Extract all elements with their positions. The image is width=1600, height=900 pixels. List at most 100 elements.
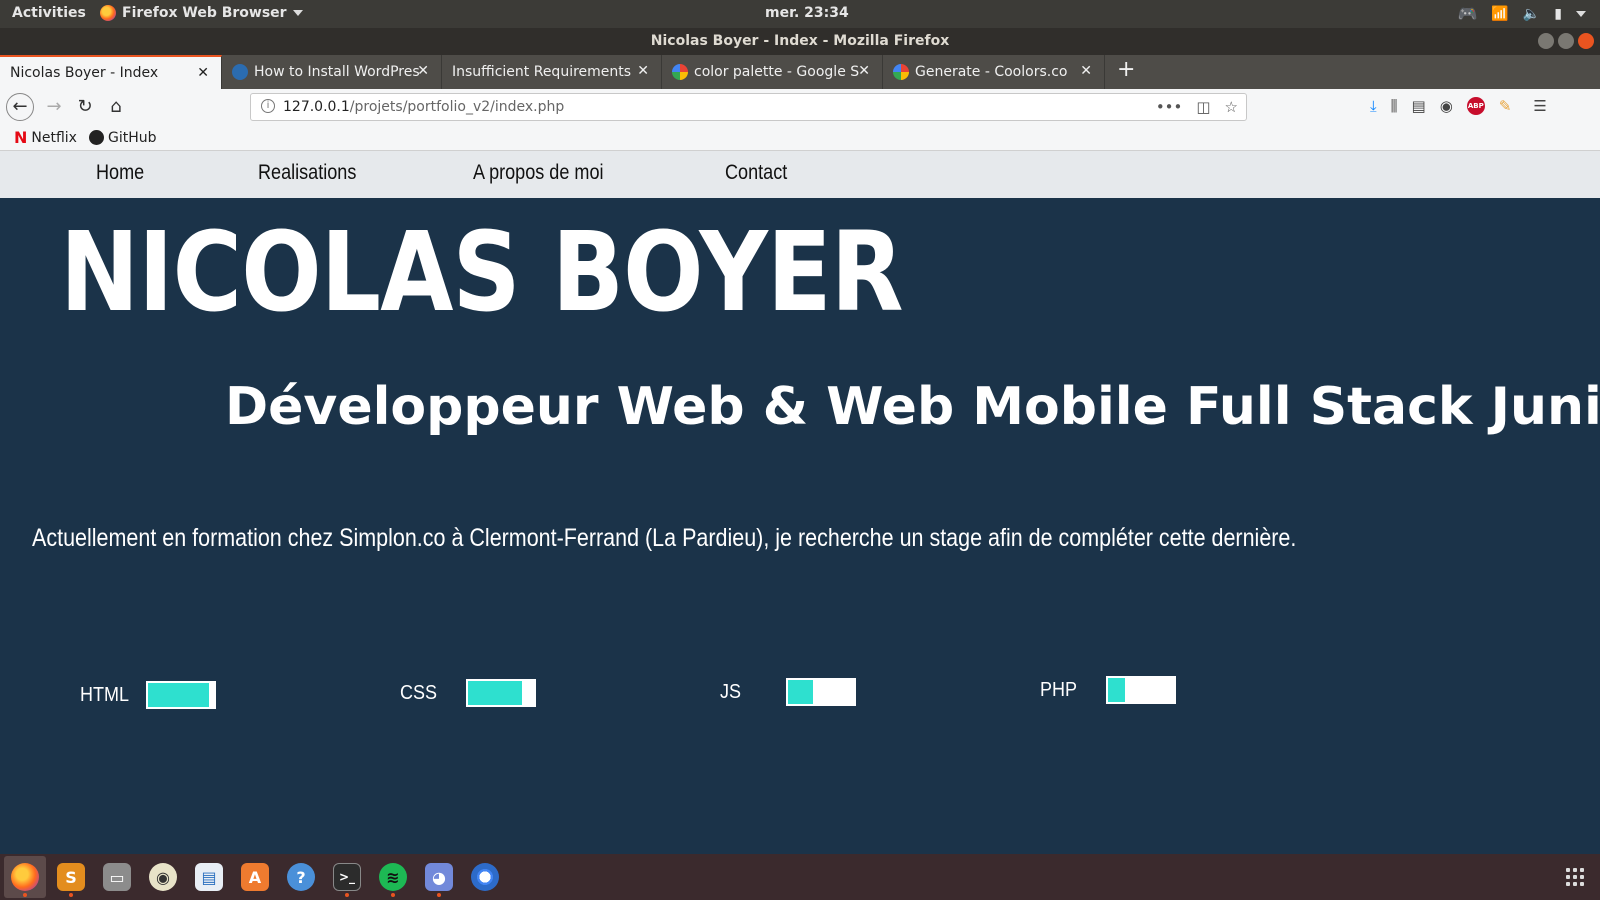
bookmark-label: GitHub (107, 129, 157, 146)
reload-button[interactable]: ↻ (73, 95, 97, 119)
bookmark-label: Netflix (31, 129, 77, 146)
chromium-icon (471, 863, 499, 891)
dock-rhythmbox[interactable]: ◉ (142, 856, 184, 898)
libreoffice-writer-icon: ▤ (195, 863, 223, 891)
dock-chromium[interactable] (464, 856, 506, 898)
running-indicator (69, 893, 73, 897)
skill-bar-fill (788, 680, 814, 704)
skill-name: HTML (80, 683, 130, 706)
url-path: /projets/portfolio_v2/index.php (349, 99, 565, 115)
new-tab-button[interactable]: + (1105, 55, 1147, 89)
skill-html: HTML (80, 681, 216, 709)
github-icon (88, 130, 104, 145)
dock-help[interactable]: ? (280, 856, 322, 898)
adblock-plus-icon[interactable]: ABP (1466, 97, 1485, 115)
firefox-icon (100, 5, 116, 21)
help-icon: ? (287, 863, 315, 891)
skill-name: CSS (400, 681, 438, 704)
chevron-down-icon[interactable] (1576, 10, 1586, 17)
forward-button[interactable]: → (42, 95, 66, 119)
close-tab-icon[interactable]: ✕ (858, 63, 870, 79)
nav-link-realisations[interactable]: Realisations (258, 161, 356, 185)
spotify-icon: ≋ (379, 863, 407, 891)
bookmark-star-icon[interactable]: ☆ (1225, 98, 1238, 116)
battery-icon[interactable]: ▮ (1554, 6, 1562, 22)
page-actions-icon[interactable]: ••• (1156, 98, 1183, 116)
dock-firefox[interactable] (4, 856, 46, 898)
dock-writer[interactable]: ▤ (188, 856, 230, 898)
rhythmbox-icon: ◉ (149, 863, 177, 891)
activities-button[interactable]: Activities (12, 5, 86, 21)
discord-tray-icon[interactable]: 🎮 (1457, 4, 1477, 23)
extension-icon[interactable]: ✎ (1499, 97, 1512, 115)
back-button[interactable]: ← (6, 93, 34, 121)
tab-how-to-install-wordpress[interactable]: How to Install WordPress ✕ (222, 55, 442, 89)
app-menu[interactable]: Firefox Web Browser (100, 5, 303, 21)
site-info-icon[interactable]: i (261, 99, 275, 113)
pocket-icon[interactable]: ◫ (1196, 98, 1210, 116)
bookmark-github[interactable]: GitHub (88, 129, 157, 146)
sidebar-icon[interactable]: ▤ (1412, 97, 1426, 115)
dock-sublime-text[interactable]: S (50, 856, 92, 898)
account-icon[interactable]: ◉ (1440, 97, 1453, 115)
dock-software-center[interactable]: A (234, 856, 276, 898)
dock-terminal[interactable]: >_ (326, 856, 368, 898)
dock-discord[interactable]: ◕ (418, 856, 460, 898)
chevron-down-icon (292, 10, 303, 16)
terminal-icon: >_ (333, 863, 361, 891)
volume-icon[interactable]: 🔈 (1523, 6, 1540, 22)
sublime-text-icon: S (57, 863, 85, 891)
tab-insufficient-requirements[interactable]: Insufficient Requirements ✕ (442, 55, 662, 89)
files-icon: ▭ (103, 863, 131, 891)
wifi-icon[interactable]: 📶 (1491, 6, 1508, 22)
skill-bar (466, 679, 536, 707)
skill-bar (146, 681, 216, 709)
running-indicator (345, 893, 349, 897)
window-title: Nicolas Boyer - Index - Mozilla Firefox (650, 33, 950, 49)
close-tab-icon[interactable]: ✕ (637, 63, 649, 79)
close-tab-icon[interactable]: ✕ (1080, 63, 1092, 79)
hero-subtitle: Développeur Web & Web Mobile Full Stack … (225, 377, 1600, 437)
system-tray[interactable]: 🎮 📶 🔈 ▮ (1457, 4, 1586, 23)
skill-name: JS (720, 680, 742, 703)
dock-files[interactable]: ▭ (96, 856, 138, 898)
skill-bar-fill (1108, 678, 1125, 702)
tab-generate-coolors[interactable]: Generate - Coolors.co ✕ (883, 55, 1105, 89)
tab-strip: Nicolas Boyer - Index ✕ How to Install W… (0, 55, 1600, 89)
home-button[interactable]: ⌂ (104, 95, 128, 119)
bookmark-netflix[interactable]: N Netflix (14, 128, 77, 147)
nav-link-a-propos[interactable]: A propos de moi (473, 161, 604, 185)
tab-label: How to Install WordPress (254, 64, 419, 80)
clock[interactable]: mer. 23:34 (765, 5, 849, 21)
skill-bar-fill (148, 683, 209, 707)
show-applications-icon[interactable] (1566, 868, 1584, 886)
downloads-icon[interactable]: ⤓ (1370, 97, 1377, 115)
close-tab-icon[interactable]: ✕ (417, 63, 429, 79)
minimize-button[interactable] (1538, 33, 1554, 49)
tab-label: Generate - Coolors.co (915, 64, 1068, 80)
ubuntu-dock: S ▭ ◉ ▤ A ? >_ ≋ ◕ (0, 854, 1600, 900)
running-indicator (23, 893, 27, 897)
skill-name: PHP (1040, 678, 1078, 701)
close-tab-icon[interactable]: ✕ (197, 65, 209, 81)
close-window-button[interactable] (1578, 33, 1594, 49)
discord-icon: ◕ (425, 863, 453, 891)
nav-link-contact[interactable]: Contact (725, 161, 787, 185)
url-host: 127.0.0.1 (283, 99, 350, 115)
firefox-icon (11, 863, 39, 891)
tab-label: Nicolas Boyer - Index (10, 65, 159, 81)
skill-php: PHP (1040, 676, 1176, 704)
tab-color-palette-google[interactable]: color palette - Google Se ✕ (662, 55, 883, 89)
url-bar[interactable]: i 127.0.0.1/projets/portfolio_v2/index.p… (250, 93, 1247, 121)
tab-nicolas-boyer-index[interactable]: Nicolas Boyer - Index ✕ (0, 55, 222, 89)
skill-js: JS (720, 678, 856, 706)
library-icon[interactable]: ⫼ (1391, 97, 1398, 115)
web-page: Home Realisations A propos de moi Contac… (0, 151, 1600, 854)
nav-link-home[interactable]: Home (96, 161, 144, 185)
maximize-button[interactable] (1558, 33, 1574, 49)
menu-icon[interactable]: ☰ (1533, 97, 1546, 115)
software-center-icon: A (241, 863, 269, 891)
dock-spotify[interactable]: ≋ (372, 856, 414, 898)
url-text[interactable]: 127.0.0.1/projets/portfolio_v2/index.php (283, 99, 564, 115)
running-indicator (391, 893, 395, 897)
